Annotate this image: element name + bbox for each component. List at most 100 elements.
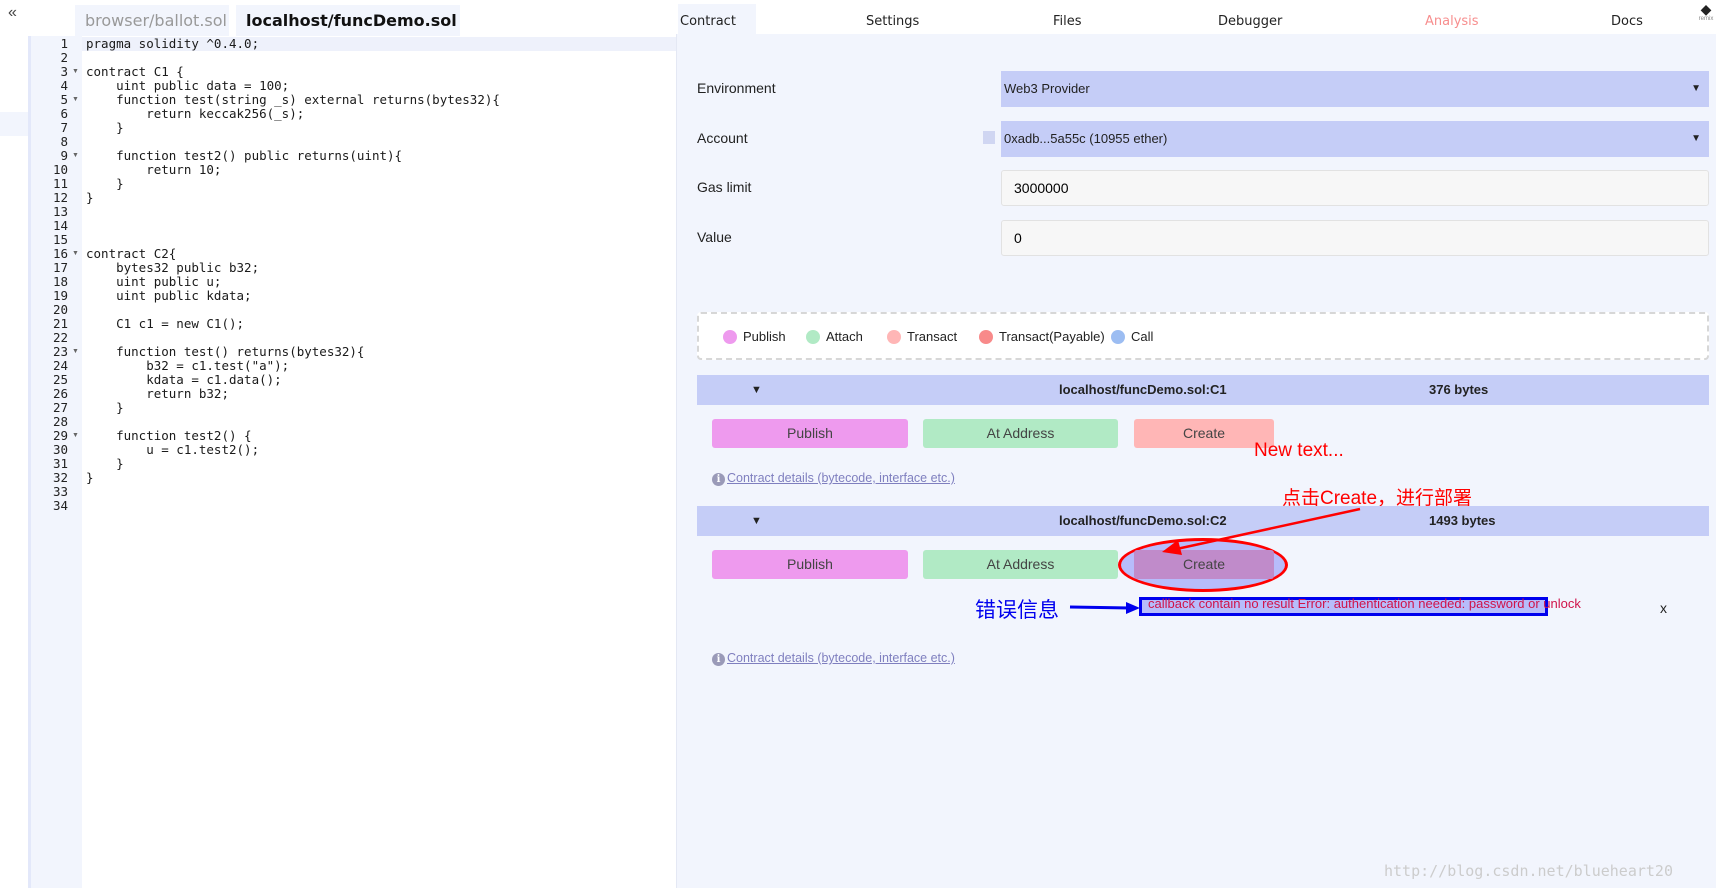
fold-toggle-icon[interactable]: ▼ (72, 247, 79, 261)
legend-label: Transact (907, 329, 958, 344)
file-tab-funcdemo[interactable]: localhost/funcDemo.sol ✖ (236, 5, 460, 61)
details-text[interactable]: Contract details (bytecode, interface et… (727, 471, 955, 485)
code-line: u = c1.test2(); (86, 442, 260, 457)
line-number: 15 (52, 232, 68, 247)
code-line: kdata = c1.data(); (86, 372, 282, 387)
fold-toggle-icon[interactable]: ▼ (72, 345, 79, 359)
legend-label: Transact(Payable) (999, 329, 1105, 344)
code-line: function test2() { (86, 428, 252, 443)
file-tab-label: localhost/funcDemo.sol (246, 11, 457, 30)
annotation-error-info: 错误信息 (975, 599, 1059, 622)
legend-transact-payable: Transact(Payable) (979, 329, 1105, 344)
environment-value: Web3 Provider (1004, 81, 1090, 96)
publish-button[interactable]: Publish (712, 550, 908, 579)
value-input[interactable] (1001, 220, 1709, 256)
contract-header-c1[interactable]: ▼ localhost/funcDemo.sol:C1 376 bytes (697, 375, 1709, 405)
annotation-arrow-red (1162, 507, 1361, 555)
dot-icon (1111, 329, 1125, 344)
tab-docs[interactable]: Docs (1611, 14, 1643, 29)
create-button[interactable]: Create (1134, 419, 1274, 448)
at-address-button[interactable]: At Address (923, 550, 1118, 579)
line-number: 1 (60, 36, 68, 51)
fold-toggle-icon[interactable]: ▼ (72, 149, 79, 163)
line-number: 29 (52, 428, 68, 443)
line-number: 27 (52, 400, 68, 415)
line-number: 11 (52, 176, 68, 191)
line-number: 5 (60, 92, 68, 107)
left-strip (0, 112, 28, 136)
copy-icon[interactable] (983, 131, 995, 144)
close-error-button[interactable]: x (1660, 600, 1667, 616)
line-number: 13 (52, 204, 68, 219)
annotation-arrow-blue (1069, 602, 1140, 614)
code-line: contract C2{ (86, 246, 177, 261)
tab-files[interactable]: Files (1053, 14, 1082, 29)
account-value: 0xadb...5a55c (10955 ether) (1004, 131, 1168, 146)
chevron-down-icon: ▼ (1691, 133, 1701, 144)
at-address-button[interactable]: At Address (923, 419, 1118, 448)
line-number: 7 (60, 120, 68, 135)
line-number: 6 (60, 106, 68, 121)
fold-toggle-icon[interactable]: ▼ (72, 429, 79, 443)
info-icon: i (712, 653, 725, 666)
legend-call: Call (1111, 329, 1153, 344)
environment-select[interactable]: Web3 Provider ▼ (1001, 71, 1709, 107)
watermark: http://blog.csdn.net/blueheart20 (1384, 862, 1673, 880)
fold-toggle-icon[interactable]: ▼ (72, 93, 79, 107)
line-number: 25 (52, 372, 68, 387)
contract-details-link[interactable]: i Contract details (bytecode, interface e… (712, 471, 955, 486)
line-number: 33 (52, 484, 68, 499)
code-line: pragma solidity ^0.4.0; (86, 36, 260, 51)
code-line: } (86, 120, 124, 135)
code-line: } (86, 456, 124, 471)
tab-contract[interactable]: Contract (680, 14, 736, 29)
file-tab-label: browser/ballot.sol (85, 11, 227, 30)
collapse-panel-button[interactable]: « (8, 4, 17, 22)
line-number: 28 (52, 414, 68, 429)
tab-debugger[interactable]: Debugger (1218, 14, 1282, 29)
line-number: 19 (52, 288, 68, 303)
legend-label: Attach (826, 329, 863, 344)
fold-toggle-icon[interactable]: ▼ (72, 65, 79, 79)
legend-attach: Attach (806, 329, 863, 344)
legend-label: Call (1131, 329, 1154, 344)
line-number: 21 (52, 316, 68, 331)
publish-button[interactable]: Publish (712, 419, 908, 448)
line-number: 2 (60, 50, 68, 65)
code-line: function test2() public returns(uint){ (86, 148, 403, 163)
line-number: 8 (60, 134, 68, 149)
account-select[interactable]: 0xadb...5a55c (10955 ether) ▼ (1001, 121, 1709, 157)
legend-label: Publish (743, 329, 786, 344)
details-text[interactable]: Contract details (bytecode, interface et… (727, 651, 955, 665)
gas-limit-input[interactable] (1001, 170, 1709, 206)
line-number: 20 (52, 302, 68, 317)
line-number: 14 (52, 218, 68, 233)
line-number: 23 (52, 344, 68, 359)
contract-details-link[interactable]: i Contract details (bytecode, interface e… (712, 651, 955, 666)
legend-transact: Transact (887, 329, 957, 344)
line-number: 10 (52, 162, 68, 177)
line-number: 34 (52, 498, 68, 513)
tab-analysis[interactable]: Analysis (1425, 14, 1479, 29)
caret-down-icon[interactable]: ▼ (751, 375, 762, 405)
file-tab-ballot[interactable]: browser/ballot.sol (75, 5, 229, 36)
code-line: uint public data = 100; (86, 78, 290, 93)
code-line: } (86, 190, 94, 205)
value-label: Value (697, 229, 732, 245)
line-number: 31 (52, 456, 68, 471)
chevron-down-icon: ▼ (1691, 83, 1701, 94)
dot-icon (806, 329, 820, 344)
tab-settings[interactable]: Settings (866, 14, 919, 29)
line-number: 24 (52, 358, 68, 373)
caret-down-icon[interactable]: ▼ (751, 506, 762, 536)
code-line: return keccak256(_s); (86, 106, 305, 121)
line-number: 26 (52, 386, 68, 401)
legend-box: Publish Attach Transact Transact(Payable… (697, 312, 1709, 360)
ethereum-icon: ◆ (1700, 1, 1712, 17)
dot-icon (887, 329, 901, 344)
line-number: 17 (52, 260, 68, 275)
code-line: } (86, 176, 124, 191)
code-line: return b32; (86, 386, 229, 401)
dot-icon (979, 329, 993, 344)
code-line: contract C1 { (86, 64, 184, 79)
